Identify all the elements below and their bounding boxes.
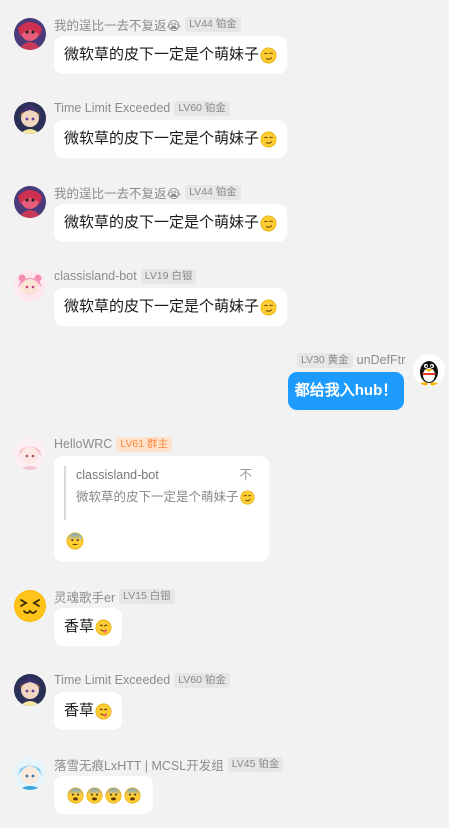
chat-message-list: 我的逞比一去不复返😭 LV44 铂金 微软草的皮下一定是个萌妹子 Time Li… [0,0,449,828]
avatar[interactable] [14,186,46,218]
yum-emoji-icon [95,619,112,636]
sender-meta: 我的逞比一去不复返😭 LV44 铂金 [54,183,241,202]
sender-meta: Time Limit Exceeded LV60 铂金 [54,672,230,688]
sender-name[interactable]: Time Limit Exceeded [54,101,170,115]
quoted-author-row: classisland-bot 不 [76,466,252,484]
fearful-emoji-icon [67,787,84,804]
quoted-message[interactable]: classisland-bot 不 微软草的皮下一定是个萌妹子 [64,466,255,520]
fearful-emoji-icon [105,787,122,804]
sender-meta: 灵魂歌手er LV15 白银 [54,587,175,606]
sender-meta: 我的逞比一去不复返😭 LV44 铂金 [54,15,241,34]
sender-name[interactable]: Time Limit Exceeded [54,673,170,687]
smirk-emoji-icon [260,131,277,148]
smirk-emoji-icon [260,47,277,64]
avatar[interactable] [14,102,46,134]
message-text: 微软草的皮下一定是个萌妹子 [64,298,260,315]
message-text: 香草 [64,618,95,635]
message-bubble[interactable]: 香草 [54,608,123,646]
message-text: 微软草的皮下一定是个萌妹子 [64,130,260,147]
sender-meta: Time Limit Exceeded LV60 铂金 [54,100,230,116]
message-bubble[interactable]: 微软草的皮下一定是个萌妹子 [54,36,288,74]
avatar[interactable] [14,758,46,790]
fearful-emoji-icon [124,787,141,804]
level-badge: LV45 铂金 [227,756,284,772]
message-bubble[interactable]: 香草 [54,692,123,730]
sender-name[interactable]: 落雪无痕LxHTT | MCSL开发组 [54,755,224,774]
smirk-emoji-icon [260,299,277,316]
message-text: 微软草的皮下一定是个萌妹子 [64,46,260,63]
message-bubble[interactable]: 微软草的皮下一定是个萌妹子 [54,288,288,326]
avatar[interactable] [14,270,46,302]
sender-name[interactable]: classisland-bot [54,269,137,283]
fearful-emoji-icon [86,787,103,804]
level-badge: LV44 铂金 [185,16,241,32]
avatar[interactable] [14,438,46,470]
avatar[interactable] [14,18,46,50]
quoted-author: classisland-bot [76,468,159,482]
cold-sweat-emoji-icon [66,532,84,550]
quoted-text: 微软草的皮下一定是个萌妹子 [76,490,239,504]
avatar[interactable] [14,674,46,706]
level-badge: LV19 白银 [140,268,197,284]
message-text: 香草 [64,702,95,719]
sender-name[interactable]: unDefFtr [357,353,406,367]
sender-meta: classisland-bot LV19 白银 [54,268,197,284]
message-bubble[interactable]: 都给我入hub！ [288,372,404,410]
sender-meta: LV30 黄金 unDefFtr [297,352,405,368]
reply-bubble[interactable]: classisland-bot 不 微软草的皮下一定是个萌妹子 [54,456,269,562]
level-badge: LV60 铂金 [174,672,230,688]
sender-name[interactable]: 我的逞比一去不复返😭 [54,15,181,34]
sender-meta: HelloWRC LV61 群主 [54,436,173,452]
message-bubble[interactable]: 微软草的皮下一定是个萌妹子 [54,120,288,158]
sender-meta: 落雪无痕LxHTT | MCSL开发组 LV45 铂金 [54,755,284,774]
smirk-emoji-icon [260,215,277,232]
quoted-text-row: 微软草的皮下一定是个萌妹子 [76,488,255,506]
level-badge: LV44 铂金 [185,184,241,200]
level-badge: LV30 黄金 [297,352,353,368]
message-text: 微软草的皮下一定是个萌妹子 [64,214,260,231]
message-bubble[interactable] [54,776,153,814]
yum-emoji-icon [95,703,112,720]
quoted-extra: 不 [239,468,252,482]
smirk-emoji-icon [239,489,255,505]
avatar[interactable] [14,590,46,622]
message-text: 都给我入hub！ [294,382,398,399]
level-badge: LV15 白银 [119,588,175,604]
message-bubble[interactable]: 微软草的皮下一定是个萌妹子 [54,204,288,242]
owner-level-badge: LV61 群主 [116,436,173,452]
sender-name[interactable]: HelloWRC [54,437,112,451]
qq-penguin-avatar[interactable] [413,354,445,386]
sender-name[interactable]: 灵魂歌手er [54,587,115,606]
sender-name[interactable]: 我的逞比一去不复返😭 [54,183,181,202]
level-badge: LV60 铂金 [174,100,230,116]
